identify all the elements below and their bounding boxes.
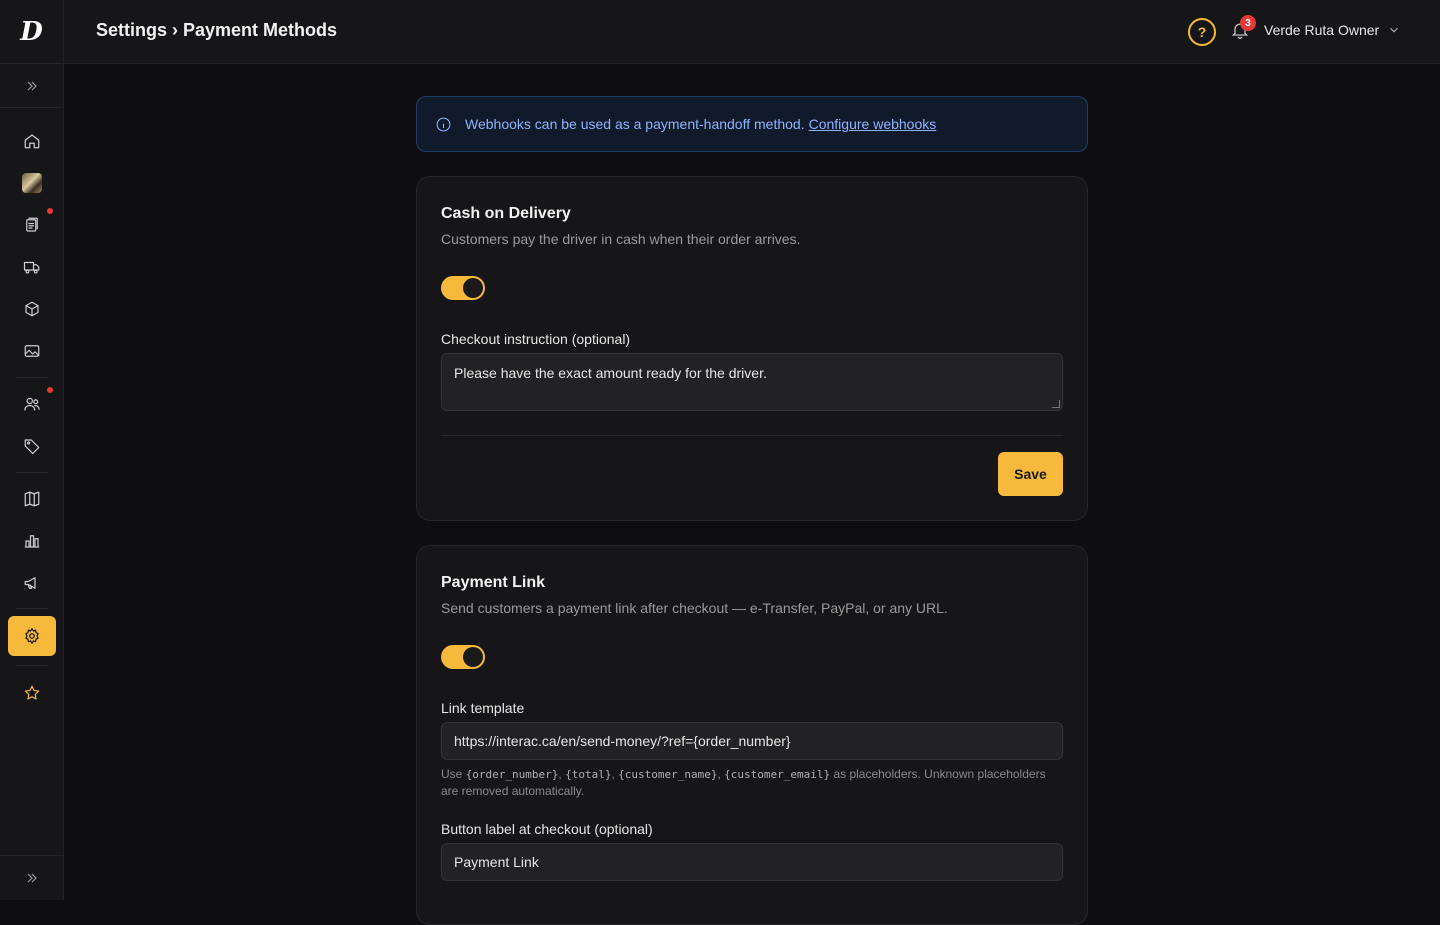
notification-count-badge: 3 (1240, 15, 1256, 31)
sidebar-item-marketing[interactable] (0, 570, 64, 596)
placeholder-token: {customer_name} (618, 768, 718, 781)
orders-notification-dot (47, 208, 53, 214)
link-template-input[interactable]: https://interac.ca/en/send-money/?ref={o… (441, 722, 1063, 760)
sidebar-divider (16, 608, 48, 609)
user-menu[interactable]: Verde Ruta Owner (1264, 22, 1401, 38)
customers-users-icon (24, 397, 40, 411)
sidebar-item-analytics[interactable] (0, 528, 64, 554)
button-label-label: Button label at checkout (optional) (441, 821, 653, 837)
delivery-truck-icon (23, 261, 40, 274)
checkout-instruction-label: Checkout instruction (optional) (441, 331, 631, 347)
resize-handle[interactable] (1052, 400, 1060, 408)
sidebar-item-docs[interactable] (0, 486, 64, 512)
docs-book-icon (24, 491, 40, 507)
marketing-megaphone-icon (24, 577, 36, 589)
save-button[interactable]: Save (998, 452, 1063, 496)
webhooks-info-banner: Webhooks can be used as a payment-handof… (416, 96, 1088, 152)
info-icon (436, 117, 451, 131)
favorites-star-icon (24, 685, 40, 700)
checkout-instruction-value: Please have the exact amount ready for t… (454, 365, 767, 381)
expand-sidebar-button[interactable] (0, 64, 63, 108)
banner-text: Webhooks can be used as a payment-handof… (465, 116, 805, 132)
placeholder-token: {total} (565, 768, 612, 781)
placeholder-hint: Use {order_number}, {total}, {customer_n… (441, 767, 1046, 798)
collapse-sidebar-button[interactable] (0, 855, 64, 900)
sidebar-item-media[interactable] (0, 338, 64, 364)
settings-gear-icon (25, 627, 39, 645)
card-title: Payment Link (441, 574, 546, 591)
checkout-instruction-textarea[interactable]: Please have the exact amount ready for t… (441, 353, 1063, 411)
card-divider (441, 435, 1063, 436)
sidebar-item-orders[interactable] (0, 208, 64, 238)
toggle-knob (463, 278, 483, 298)
breadcrumb: Settings › Payment Methods (96, 20, 338, 40)
discount-tag-icon (24, 439, 40, 455)
card-subtitle: Send customers a payment link after chec… (441, 600, 948, 616)
link-template-label: Link template (441, 700, 525, 716)
payment-link-card: Payment Link Send customers a payment li… (416, 545, 1088, 925)
sidebar-item-favorites[interactable] (0, 680, 64, 706)
link-template-value: https://interac.ca/en/send-money/?ref={o… (454, 733, 791, 749)
sidebar-item-deliveries[interactable] (0, 254, 64, 280)
sidebar-divider (16, 665, 48, 666)
button-label-value: Payment Link (454, 854, 539, 870)
sidebar-divider (16, 472, 48, 473)
sidebar-item-settings[interactable] (8, 616, 56, 656)
products-box-icon (25, 301, 39, 317)
user-name: Verde Ruta Owner (1264, 22, 1380, 38)
topbar: Settings › Payment Methods ? 3 Verde Rut… (64, 0, 1440, 64)
chevron-down-icon (1390, 27, 1399, 33)
sidebar-item-home[interactable] (0, 128, 64, 154)
sidebar-item-products[interactable] (0, 296, 64, 322)
configure-webhooks-link[interactable]: Configure webhooks (809, 116, 937, 132)
cash-on-delivery-card: Cash on Delivery Customers pay the drive… (416, 176, 1088, 521)
button-label-input[interactable]: Payment Link (441, 843, 1063, 881)
chevrons-right-icon (27, 873, 37, 883)
customers-notification-dot (47, 387, 53, 393)
app-logo[interactable]: D (0, 0, 63, 64)
help-question-icon: ? (1197, 24, 1207, 40)
hint-prefix: Use (441, 767, 463, 781)
media-image-icon (24, 345, 40, 357)
orders-icon (26, 217, 38, 232)
placeholder-token: {customer_email} (724, 768, 831, 781)
chevrons-right-icon (27, 81, 37, 90)
sidebar: D (0, 0, 64, 900)
cash-on-delivery-toggle[interactable] (441, 276, 485, 300)
sidebar-divider (16, 377, 48, 378)
sidebar-item-store[interactable] (0, 170, 64, 196)
home-icon (24, 134, 40, 149)
logo-mark-icon: D (20, 16, 43, 47)
sidebar-item-customers[interactable] (0, 387, 64, 417)
card-title: Cash on Delivery (441, 205, 571, 222)
analytics-chart-icon (24, 535, 40, 548)
help-button[interactable]: ? (1188, 18, 1216, 46)
card-subtitle: Customers pay the driver in cash when th… (441, 231, 801, 247)
toggle-knob (463, 647, 483, 667)
store-avatar (22, 173, 42, 193)
sidebar-item-discounts[interactable] (0, 433, 64, 459)
placeholder-token: {order_number} (465, 768, 559, 781)
payment-link-toggle[interactable] (441, 645, 485, 669)
